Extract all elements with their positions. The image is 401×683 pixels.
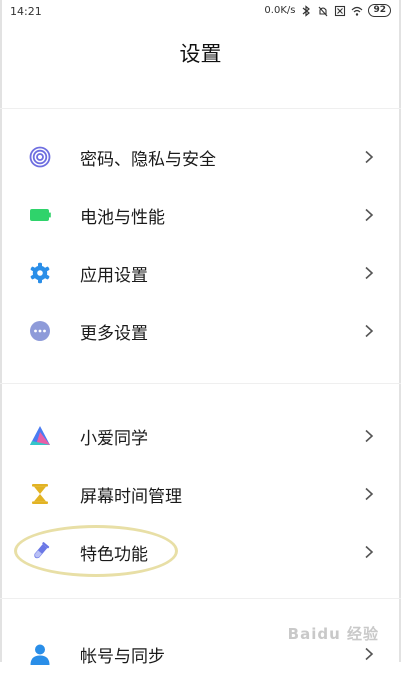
settings-item-label: 密码、隐私与安全	[80, 149, 216, 170]
bluetooth-icon	[303, 4, 311, 17]
network-speed: 0.0K/s	[264, 5, 296, 16]
page-title: 设置	[179, 42, 222, 66]
settings-item-more-settings[interactable]: 更多设置	[0, 302, 401, 360]
settings-item-label: 电池与性能	[80, 207, 165, 228]
hourglass-icon	[29, 483, 51, 505]
section-divider	[0, 383, 401, 384]
chevron-right-icon	[365, 208, 374, 222]
highlight-annotation-ring	[14, 525, 178, 577]
chevron-right-icon	[365, 150, 374, 164]
xiaoai-icon	[29, 425, 51, 447]
status-bar: 14:21 0.0K/s 92	[0, 0, 401, 22]
battery-indicator: 92	[368, 4, 391, 17]
chevron-right-icon	[365, 487, 374, 501]
section-divider	[0, 598, 401, 599]
mute-icon	[319, 6, 328, 16]
settings-item-xiaoai[interactable]: 小爱同学	[0, 407, 401, 465]
sim-off-icon	[335, 5, 346, 16]
settings-item-app-settings[interactable]: 应用设置	[0, 244, 401, 302]
settings-item-battery-performance[interactable]: 电池与性能	[0, 186, 401, 244]
status-time: 14:21	[10, 5, 42, 18]
chevron-right-icon	[365, 324, 374, 338]
status-icons: 0.0K/s 92	[264, 4, 391, 17]
settings-item-screen-time[interactable]: 屏幕时间管理	[0, 465, 401, 523]
settings-item-label: 应用设置	[80, 265, 148, 286]
settings-item-label: 更多设置	[80, 323, 148, 344]
settings-item-label: 小爱同学	[80, 428, 148, 449]
gear-icon	[29, 262, 51, 284]
settings-item-label: 屏幕时间管理	[80, 486, 182, 507]
divider	[0, 108, 401, 109]
watermark: Baidu 经验	[287, 625, 379, 643]
more-dots-icon	[29, 320, 51, 342]
fingerprint-icon	[29, 146, 51, 168]
chevron-right-icon	[365, 647, 374, 661]
chevron-right-icon	[365, 266, 374, 280]
chevron-right-icon	[365, 545, 374, 559]
chevron-right-icon	[365, 429, 374, 443]
battery-icon	[29, 204, 51, 226]
wifi-icon	[352, 6, 363, 16]
settings-item-privacy-security[interactable]: 密码、隐私与安全	[0, 128, 401, 186]
settings-item-label: 帐号与同步	[80, 646, 165, 667]
